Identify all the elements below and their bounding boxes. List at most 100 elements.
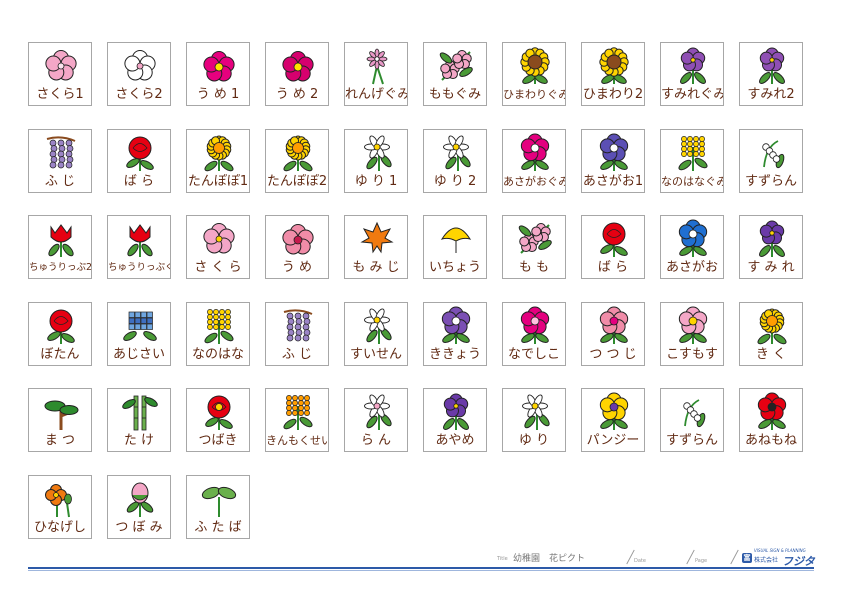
document-title: 幼稚園 花ピクト [513, 554, 586, 564]
pictogram-label: たんぽぽ1 [187, 174, 249, 189]
pictogram-card: う め 2 [265, 42, 329, 106]
footer: Title 幼稚園 花ピクト Date Page 富 VISUAL SIGN &… [0, 545, 842, 595]
milk-vetch-icon [366, 48, 388, 85]
violet-icon [759, 220, 785, 257]
cosmos-icon [678, 306, 708, 344]
pictogram-label: こすもす [666, 347, 718, 362]
pictogram-card: パンジー [581, 388, 645, 452]
wisteria-icon [46, 136, 76, 169]
pictogram-label: ゆ り 1 [354, 174, 398, 189]
pictogram-label: ひなげし [33, 520, 86, 535]
sunflower-icon [599, 47, 629, 84]
divider [686, 549, 695, 565]
pictogram-label: ば ら [597, 260, 629, 275]
pictogram-label: ゆ り [518, 433, 550, 448]
rapeseed-icon [204, 309, 234, 344]
pictogram-card: ふ じ [265, 302, 329, 366]
lily-icon [364, 135, 392, 171]
pictogram-card: きんもくせい [265, 388, 329, 452]
pictogram-card: あやめ [423, 388, 487, 452]
pictogram-label: う め 1 [196, 87, 240, 102]
pictogram-card: いちょう [423, 215, 487, 279]
pictogram-card: すいせん [344, 302, 408, 366]
maple-leaf-icon [360, 221, 394, 254]
pictogram-card: さ く ら [186, 215, 250, 279]
pictogram-card: ば ら [581, 215, 645, 279]
osmanthus-icon [283, 395, 313, 430]
pictogram-label: も み じ [352, 260, 400, 275]
pictogram-card: つ つ じ [581, 302, 645, 366]
pictogram-label: あさがお [665, 260, 718, 275]
hydrangea-icon [123, 311, 157, 341]
pictogram-card: ば ら [107, 129, 171, 193]
pictogram-label: ふ じ [281, 347, 313, 362]
pictogram-card: た け [107, 388, 171, 452]
pictogram-card: すみれ2 [739, 42, 803, 106]
pictogram-label: ら ん [360, 433, 392, 448]
flower-pictogram-grid: さくら1 さくら2 う め 1 う め 2 れんげぐみ ももぐみ ひまわりぐみ ひまわり2 すみ… [0, 0, 842, 545]
pictogram-card: も も [502, 215, 566, 279]
pictogram-label: さくら1 [36, 87, 84, 102]
pictogram-card: ゆ り 1 [344, 129, 408, 193]
pictogram-card: ききょう [423, 302, 487, 366]
pictogram-label: ば ら [123, 174, 155, 189]
pansy-icon [599, 392, 629, 430]
pictogram-card: ふ た ば [186, 475, 250, 539]
orchid-icon [364, 394, 392, 430]
flower-bud-icon [126, 482, 154, 517]
pictogram-card: ちゅうりっぷぐみ [107, 215, 171, 279]
pictogram-card: なでしこ [502, 302, 566, 366]
rose-icon [126, 136, 154, 171]
anemone-icon [757, 392, 787, 430]
pictogram-label: いちょう [428, 260, 481, 275]
pictogram-label: たんぽぽ2 [266, 174, 328, 189]
violet-icon [680, 47, 706, 84]
peach-blossom-icon [439, 50, 473, 81]
pictogram-card: なのはなぐみ [660, 129, 724, 193]
pictogram-card: つ ぼ み [107, 475, 171, 539]
pictogram-label: すずらん [744, 174, 797, 189]
sprout-icon [201, 486, 237, 517]
pictogram-label: すみれ2 [747, 87, 795, 102]
pictogram-card: ひなげし [28, 475, 92, 539]
pictogram-card: あさがお1 [581, 129, 645, 193]
daffodil-icon [364, 308, 392, 344]
cherry-blossom-icon [203, 223, 235, 254]
pictogram-label: き く [755, 347, 787, 362]
bamboo-icon [122, 395, 158, 431]
pictogram-label: あさがお1 [582, 174, 644, 189]
dandelion-icon [283, 135, 313, 172]
pictogram-card: き く [739, 302, 803, 366]
cherry-blossom-icon [124, 50, 156, 81]
pictogram-card: も み じ [344, 215, 408, 279]
pictogram-card: ももぐみ [423, 42, 487, 106]
morning-glory-icon [678, 219, 708, 257]
pictogram-card: ぼたん [28, 302, 92, 366]
pictogram-label: ゆ り 2 [433, 174, 477, 189]
iris-icon [443, 393, 469, 430]
logo-corp: 株式会社 [754, 557, 779, 564]
pictogram-label: ぼたん [40, 347, 80, 362]
cherry-blossom-icon [45, 50, 77, 81]
pictogram-label: なのはな [191, 347, 244, 362]
lily-icon [443, 135, 471, 171]
pictogram-card: こすもす [660, 302, 724, 366]
tulip-icon [48, 224, 74, 257]
page-label: Page [695, 558, 708, 564]
pictogram-label: あさがおぐみ [503, 175, 565, 188]
pictogram-card: あじさい [107, 302, 171, 366]
title-label: Title [497, 556, 508, 562]
pictogram-card: すずらん [660, 388, 724, 452]
plum-blossom-icon [282, 51, 314, 82]
pictogram-label: きんもくせい [266, 434, 328, 447]
tulip-icon [127, 224, 153, 257]
pictogram-label: すいせん [349, 347, 402, 362]
camellia-icon [205, 395, 233, 430]
logo-mark-icon: 富 [742, 553, 752, 563]
pictogram-label: も も [518, 260, 550, 275]
pictogram-label: ももぐみ [428, 87, 482, 102]
pictogram-label: ま つ [44, 433, 76, 448]
pictogram-label: すずらん [665, 433, 718, 448]
dandelion-icon [204, 135, 234, 172]
date-label: Date [634, 558, 646, 564]
